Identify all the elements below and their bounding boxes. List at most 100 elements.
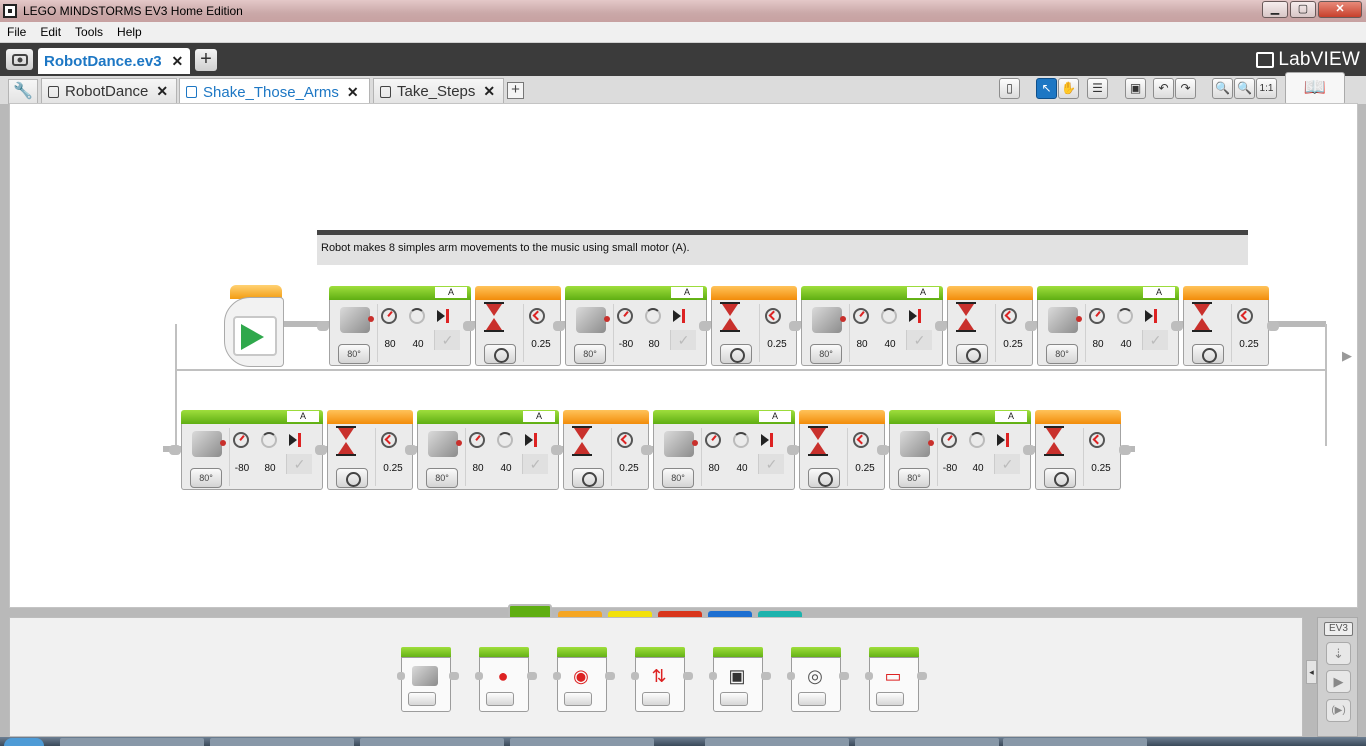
power-value[interactable]: -80 [228,460,256,478]
degrees-value[interactable]: 40 [964,460,992,478]
power-value[interactable]: 80 [376,336,404,354]
taskbar-item[interactable] [705,738,849,746]
brake-checkbox[interactable]: ✓ [758,454,784,474]
redo-button[interactable]: ↷ [1175,78,1196,99]
brake-checkbox[interactable]: ✓ [994,454,1020,474]
download-button[interactable]: ⇣ [1326,642,1351,665]
close-tab-icon[interactable]: ✕ [156,83,168,100]
degrees-value[interactable]: 40 [404,336,432,354]
palette-block-display[interactable]: ▣ [709,647,771,713]
seconds-value[interactable]: 0.25 [996,336,1030,354]
pan-tool-button[interactable]: ✋ [1058,78,1079,99]
palette-block-sound[interactable]: ◎ [787,647,849,713]
taskbar-item[interactable] [360,738,504,746]
power-value[interactable]: 80 [848,336,876,354]
wait-block[interactable]: 0.25 [327,410,413,490]
medium-motor-block[interactable]: A 80° 80 40 ✓ [417,410,559,490]
palette-block-move-steering[interactable]: ◉ [553,647,615,713]
content-editor-button[interactable]: 📖 [1285,72,1345,105]
menu-edit[interactable]: Edit [33,25,68,39]
power-value[interactable]: 80 [464,460,492,478]
seconds-value[interactable]: 0.25 [376,460,410,478]
zoom-out-button[interactable]: 🔍 [1212,78,1233,99]
maximize-button[interactable]: ▢ [1290,1,1316,18]
seconds-value[interactable]: 0.25 [612,460,646,478]
motor-port-selector[interactable]: A [671,287,703,298]
close-project-icon[interactable]: ✕ [172,53,184,70]
medium-motor-block[interactable]: A 80° -80 40 ✓ [889,410,1031,490]
mode-selector-button[interactable]: 80° [426,468,458,488]
seconds-value[interactable]: 0.25 [524,336,558,354]
palette-block-medium-motor[interactable] [397,647,459,713]
degrees-value[interactable]: 40 [876,336,904,354]
mode-selector-button[interactable]: 80° [1046,344,1078,364]
mode-selector-button[interactable]: 80° [898,468,930,488]
power-value[interactable]: -80 [612,336,640,354]
comment-box[interactable]: Robot makes 8 simples arm movements to t… [317,230,1248,265]
mode-selector-button[interactable] [1192,344,1224,364]
comment-tool-button[interactable]: ☰ [1087,78,1108,99]
wait-block[interactable]: 0.25 [1183,286,1269,366]
mode-selector-button[interactable]: 80° [338,344,370,364]
medium-motor-block[interactable]: A 80° 80 40 ✓ [329,286,471,366]
add-project-button[interactable]: + [195,49,217,71]
mode-selector-button[interactable] [956,344,988,364]
zoom-reset-button[interactable]: 1:1 [1256,78,1277,99]
seconds-value[interactable]: 0.25 [760,336,794,354]
mode-selector-button[interactable] [1044,468,1076,488]
run-selected-button[interactable]: (▶) [1326,699,1351,722]
motor-port-selector[interactable]: A [1143,287,1175,298]
tab-take-steps[interactable]: Take_Steps ✕ [373,78,504,104]
mode-selector-button[interactable]: 80° [190,468,222,488]
mode-selector-button[interactable]: 80° [662,468,694,488]
motor-port-selector[interactable]: A [287,411,319,422]
menu-tools[interactable]: Tools [68,25,110,39]
brake-checkbox[interactable]: ✓ [434,330,460,350]
add-program-button[interactable]: + [507,82,524,99]
start-block[interactable] [224,285,284,367]
project-tab[interactable]: RobotDance.ev3 ✕ [38,48,190,74]
motor-port-selector[interactable]: A [435,287,467,298]
medium-motor-block[interactable]: A 80° 80 40 ✓ [653,410,795,490]
project-properties-tab[interactable]: 🔧 [8,79,38,104]
menu-help[interactable]: Help [110,25,149,39]
play-icon[interactable] [241,324,264,350]
brake-checkbox[interactable]: ✓ [522,454,548,474]
power-value[interactable]: 80 [700,460,728,478]
motor-port-selector[interactable]: A [995,411,1027,422]
taskbar-item[interactable] [210,738,354,746]
palette-block-large-motor[interactable]: ● [475,647,537,713]
seconds-value[interactable]: 0.25 [848,460,882,478]
properties-button[interactable]: ▯ [999,78,1020,99]
close-button[interactable]: ✕ [1318,1,1362,18]
palette-block-move-tank[interactable]: ⇅ [631,647,693,713]
wait-block[interactable]: 0.25 [563,410,649,490]
menu-file[interactable]: File [0,25,33,39]
taskbar-item[interactable] [1003,738,1147,746]
mode-selector-button[interactable] [572,468,604,488]
degrees-value[interactable]: 40 [1112,336,1140,354]
seconds-value[interactable]: 0.25 [1232,336,1266,354]
wait-block[interactable]: 0.25 [1035,410,1121,490]
medium-motor-block[interactable]: A 80° -80 80 ✓ [181,410,323,490]
degrees-value[interactable]: 80 [640,336,668,354]
medium-motor-block[interactable]: A 80° 80 40 ✓ [801,286,943,366]
palette-block-brick-status-light[interactable]: ▭ [865,647,927,713]
degrees-value[interactable]: 40 [728,460,756,478]
save-button[interactable]: ▣ [1125,78,1146,99]
mode-selector-button[interactable]: 80° [574,344,606,364]
motor-port-selector[interactable]: A [759,411,791,422]
brake-checkbox[interactable]: ✓ [670,330,696,350]
power-value[interactable]: 80 [1084,336,1112,354]
mode-selector-button[interactable] [808,468,840,488]
mode-selector-button[interactable] [336,468,368,488]
wait-block[interactable]: 0.25 [711,286,797,366]
scroll-right-icon[interactable]: ▶ [1342,348,1352,364]
brake-checkbox[interactable]: ✓ [286,454,312,474]
start-orb-icon[interactable] [4,738,44,746]
select-tool-button[interactable]: ↖ [1036,78,1057,99]
wait-block[interactable]: 0.25 [799,410,885,490]
hardware-page-toggle[interactable]: ◂ [1306,660,1317,684]
brake-checkbox[interactable]: ✓ [906,330,932,350]
mode-selector-button[interactable] [720,344,752,364]
